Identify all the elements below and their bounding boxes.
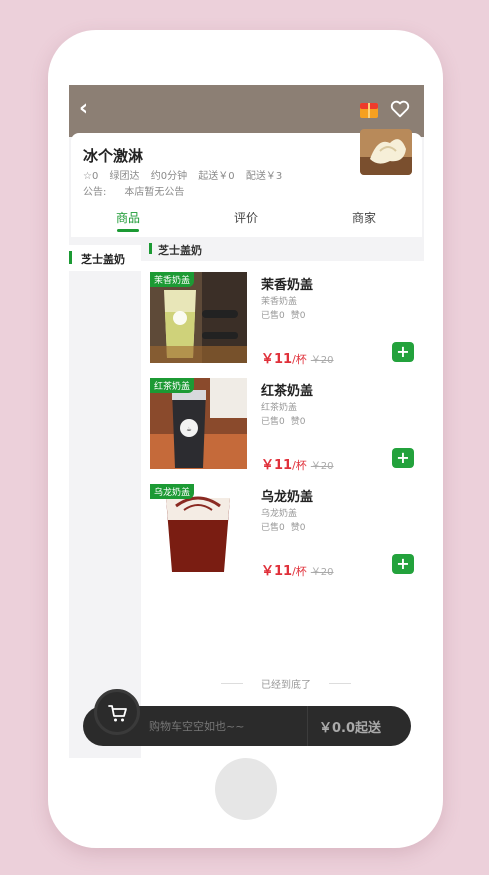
shop-delivery-by: 绿团达 xyxy=(109,171,140,182)
product-image: 乌龙奶盖 xyxy=(150,484,247,575)
category-header: 芝士盖奶 xyxy=(141,237,424,261)
shop-notice: 公告: 本店暂无公告 xyxy=(83,183,184,198)
category-title: 芝士盖奶 xyxy=(158,244,202,257)
cart-button[interactable] xyxy=(94,689,140,735)
home-button[interactable] xyxy=(215,758,277,820)
plus-icon: + xyxy=(396,448,410,467)
shop-meta: ☆0 绿团达 约0分钟 起送￥0 配送￥3 xyxy=(83,167,290,182)
product-likes: 赞0 xyxy=(290,523,306,533)
cart-icon xyxy=(108,705,127,722)
product-sold: 已售0 xyxy=(261,311,285,321)
heart-icon[interactable] xyxy=(389,98,411,120)
shop-min-order: 起送￥0 xyxy=(198,171,235,182)
product-image: 红茶奶盖 ☕ xyxy=(150,378,247,469)
shop-eta: 约0分钟 xyxy=(150,171,188,182)
checkout-button[interactable]: ￥0.0起送 xyxy=(319,717,381,736)
product-desc: 红茶奶盖 xyxy=(261,403,298,413)
product-stats: 已售0 赞0 xyxy=(261,520,305,533)
cart-divider xyxy=(307,706,308,746)
product-item[interactable]: 红茶奶盖 ☕ 红茶奶盖 红茶奶盖 已售0 赞0 ￥11/杯 ￥20 + xyxy=(141,378,424,484)
product-name: 茉香奶盖 xyxy=(261,278,314,293)
product-price: ￥11/杯 ￥20 xyxy=(261,454,334,473)
tab-active-indicator xyxy=(117,229,139,232)
sidebar-item-label: 芝士盖奶 xyxy=(81,253,125,266)
price-value: ￥11 xyxy=(261,458,293,473)
product-likes: 赞0 xyxy=(290,417,306,427)
product-image: 茉香奶盖 xyxy=(150,272,247,363)
product-sold: 已售0 xyxy=(261,523,285,533)
plus-icon: + xyxy=(396,554,410,573)
product-badge: 茉香奶盖 xyxy=(150,272,195,287)
price-unit: /杯 xyxy=(292,459,307,472)
price-value: ￥11 xyxy=(261,564,293,579)
price-value: ￥11 xyxy=(261,352,293,367)
product-name: 红茶奶盖 xyxy=(261,384,314,399)
notice-label: 公告: xyxy=(83,187,107,198)
product-stats: 已售0 赞0 xyxy=(261,414,305,427)
product-badge: 红茶奶盖 xyxy=(150,378,195,393)
product-likes: 赞0 xyxy=(290,311,306,321)
price-unit: /杯 xyxy=(292,565,307,578)
shop-delivery-fee: 配送￥3 xyxy=(245,171,283,182)
app-screen: ‹ 冰个激淋 ☆0 绿团达 约0分钟 起送￥0 配送￥3 公告: 本店暂无公告 xyxy=(69,85,424,758)
product-list: 芝士盖奶 茉香奶盖 茉香奶盖 茉香奶盖 已售0 赞0 ￥11/杯 ￥20 + 红… xyxy=(141,237,424,758)
original-price: ￥20 xyxy=(310,355,334,366)
list-end-text: 已经到底了 xyxy=(221,676,351,691)
product-price: ￥11/杯 ￥20 xyxy=(261,348,334,367)
notice-value: 本店暂无公告 xyxy=(124,187,185,198)
active-indicator xyxy=(69,251,72,264)
shop-logo xyxy=(360,129,412,175)
product-sold: 已售0 xyxy=(261,417,285,427)
svg-text:☕: ☕ xyxy=(186,426,191,433)
original-price: ￥20 xyxy=(310,567,334,578)
shop-info-card: 冰个激淋 ☆0 绿团达 约0分钟 起送￥0 配送￥3 公告: 本店暂无公告 商品 … xyxy=(71,129,422,241)
add-to-cart-button[interactable]: + xyxy=(392,554,414,574)
product-item[interactable]: 茉香奶盖 茉香奶盖 茉香奶盖 已售0 赞0 ￥11/杯 ￥20 + xyxy=(141,272,424,378)
category-sidebar: 芝士盖奶 xyxy=(69,237,141,758)
tab-products[interactable]: 商品 xyxy=(116,209,140,226)
product-price: ￥11/杯 ￥20 xyxy=(261,560,334,579)
tab-reviews[interactable]: 评价 xyxy=(234,209,258,226)
cart-empty-text: 购物车空空如也~~ xyxy=(149,720,245,733)
product-badge: 乌龙奶盖 xyxy=(150,484,195,499)
product-stats: 已售0 赞0 xyxy=(261,308,305,321)
add-to-cart-button[interactable]: + xyxy=(392,342,414,362)
product-desc: 乌龙奶盖 xyxy=(261,509,298,519)
plus-icon: + xyxy=(396,342,410,361)
product-item[interactable]: 乌龙奶盖 乌龙奶盖 乌龙奶盖 已售0 赞0 ￥11/杯 ￥20 + xyxy=(141,484,424,590)
add-to-cart-button[interactable]: + xyxy=(392,448,414,468)
price-unit: /杯 xyxy=(292,353,307,366)
sidebar-item-cheese-milk-cap[interactable]: 芝士盖奶 xyxy=(69,245,141,271)
tab-merchant[interactable]: 商家 xyxy=(352,209,376,226)
product-name: 乌龙奶盖 xyxy=(261,490,314,505)
tab-bar: 商品 评价 商家 xyxy=(71,207,422,237)
original-price: ￥20 xyxy=(310,461,334,472)
back-icon[interactable]: ‹ xyxy=(79,97,103,121)
shop-name: 冰个激淋 xyxy=(83,147,144,165)
shop-rating: ☆0 xyxy=(83,171,99,182)
category-indicator xyxy=(149,243,152,254)
product-desc: 茉香奶盖 xyxy=(261,297,298,307)
gift-icon[interactable] xyxy=(359,99,379,119)
